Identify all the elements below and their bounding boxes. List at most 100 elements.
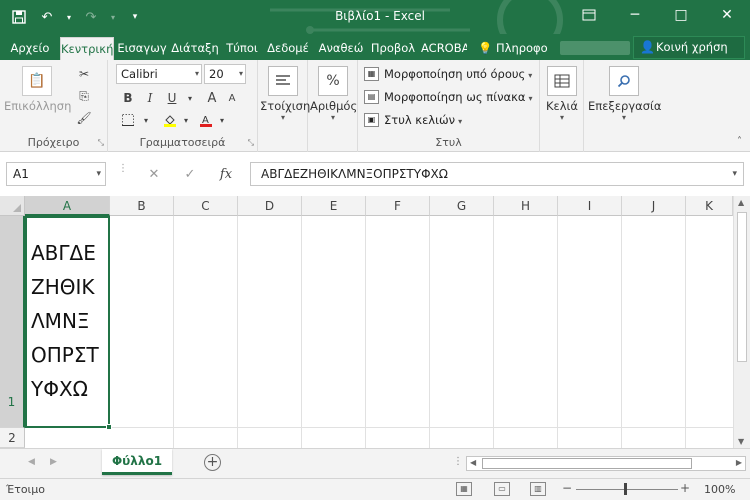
row-header-2[interactable]: 2 <box>0 428 25 448</box>
tab-insert[interactable]: Εισαγωγ <box>116 37 168 60</box>
share-button[interactable]: 👤 Κοινή χρήση <box>633 36 745 59</box>
formula-input[interactable]: ΑΒΓΔΕΖΗΘΙΚΛΜΝΞΟΠΡΣΤΥΦΧΩ ▾ <box>250 162 744 186</box>
zoom-level[interactable]: 100% <box>704 483 735 496</box>
collapse-ribbon-icon[interactable]: ˄ <box>737 136 742 147</box>
tell-me-box[interactable]: 💡 Πληροφο <box>478 37 548 59</box>
select-all-button[interactable] <box>0 196 25 216</box>
zoom-in-button[interactable]: + <box>680 481 690 495</box>
ribbon: 📋 Επικόλληση ✂ ⎘ 🖌 Πρόχειρο ⤡ Calibri ▾ … <box>0 60 750 152</box>
column-header-g[interactable]: G <box>430 196 494 216</box>
number-label: Αριθμός <box>310 99 358 113</box>
chevron-down-icon[interactable]: ▾ <box>212 110 232 130</box>
font-size-combo[interactable]: 20 ▾ <box>204 64 246 84</box>
vertical-scroll-thumb[interactable] <box>737 212 747 362</box>
tab-acrobat[interactable]: ACROBA <box>421 37 467 60</box>
column-header-c[interactable]: C <box>174 196 238 216</box>
alignment-button[interactable]: Στοίχιση ▾ <box>260 66 310 122</box>
tab-view[interactable]: Προβολ <box>367 37 419 60</box>
tab-file[interactable]: Αρχείο <box>4 37 56 60</box>
restore-button[interactable]: □ <box>658 0 704 30</box>
fill-handle[interactable] <box>106 424 112 430</box>
save-icon[interactable] <box>8 6 30 28</box>
column-header-h[interactable]: H <box>494 196 558 216</box>
dialog-launcher-icon[interactable]: ⤡ <box>98 138 104 148</box>
chevron-down-icon[interactable]: ▾ <box>108 6 118 28</box>
shrink-font-button[interactable]: A <box>222 88 242 108</box>
column-header-i[interactable]: I <box>558 196 622 216</box>
borders-icon[interactable] <box>118 110 138 130</box>
tab-splitter-icon[interactable]: ⋮ <box>453 456 463 467</box>
minimize-button[interactable]: ─ <box>612 0 658 30</box>
column-header-f[interactable]: F <box>366 196 430 216</box>
previous-sheet-icon[interactable]: ◀ <box>28 457 35 467</box>
tab-formulas[interactable]: Τύποι <box>221 37 263 60</box>
redo-icon[interactable]: ↷ <box>80 6 102 28</box>
cells-button[interactable]: Κελιά ▾ <box>542 66 582 122</box>
vertical-scrollbar[interactable]: ▲ ▼ <box>733 196 750 448</box>
sheet-tab-active[interactable]: Φύλλο1 <box>102 449 172 475</box>
chevron-down-icon[interactable]: ▾ <box>64 6 74 28</box>
tab-review[interactable]: Αναθεώ <box>315 37 367 60</box>
editing-button[interactable]: Επεξεργασία ▾ <box>588 66 661 122</box>
format-as-table-button[interactable]: ▤ Μορφοποίηση ως πίνακα ▾ <box>364 87 532 107</box>
column-header-e[interactable]: E <box>302 196 366 216</box>
tab-page-layout[interactable]: Διάταξη <box>169 37 221 60</box>
undo-icon[interactable]: ↶ <box>36 6 58 28</box>
column-header-k[interactable]: K <box>686 196 733 216</box>
gridline <box>173 216 174 448</box>
page-layout-view-icon[interactable]: ▭ <box>494 482 510 496</box>
column-header-j[interactable]: J <box>622 196 686 216</box>
row-header-1[interactable]: 1 <box>0 216 25 428</box>
close-button[interactable]: ✕ <box>704 0 750 30</box>
scroll-up-icon[interactable]: ▲ <box>738 198 744 207</box>
formula-bar-grip[interactable]: ⋮ <box>118 164 128 182</box>
insert-function-icon[interactable]: fx <box>208 167 244 182</box>
cell-a1-selected[interactable]: ΑΒΓΔΕ ΖΗΘΙΚ ΛΜΝΞ ΟΠΡΣΤ ΥΦΧΩ <box>25 216 112 430</box>
cell-styles-button[interactable]: ▣ Στυλ κελιών ▾ <box>364 110 462 130</box>
underline-button[interactable]: U <box>162 88 182 108</box>
scroll-down-icon[interactable]: ▼ <box>738 437 744 446</box>
grow-font-button[interactable]: A <box>202 88 222 108</box>
cut-icon[interactable]: ✂ <box>74 64 94 84</box>
tab-home[interactable]: Κεντρική <box>60 37 114 60</box>
copy-icon[interactable]: ⎘ <box>74 86 94 106</box>
scroll-left-icon[interactable]: ◀ <box>470 458 476 467</box>
name-box[interactable]: A1 ▾ <box>6 162 106 186</box>
chevron-down-icon: ▾ <box>621 113 626 122</box>
column-header-a[interactable]: A <box>25 196 110 216</box>
chevron-down-icon[interactable]: ▾ <box>136 110 156 130</box>
cancel-icon[interactable]: ✕ <box>136 167 172 182</box>
alignment-group: Στοίχιση ▾ <box>258 60 310 152</box>
next-sheet-icon[interactable]: ▶ <box>50 457 57 467</box>
zoom-out-button[interactable]: − <box>562 481 572 495</box>
ribbon-display-options-icon[interactable] <box>566 0 612 30</box>
horizontal-scroll-thumb[interactable] <box>482 458 692 469</box>
chevron-down-icon[interactable]: ▾ <box>180 88 200 108</box>
customize-toolbar-icon[interactable]: ▾ <box>124 6 146 28</box>
conditional-formatting-button[interactable]: ▦ Μορφοποίηση υπό όρους ▾ <box>364 64 532 84</box>
bold-button[interactable]: B <box>118 88 138 108</box>
zoom-slider-thumb[interactable] <box>624 483 627 495</box>
normal-view-icon[interactable]: ▦ <box>456 482 472 496</box>
enter-icon[interactable]: ✓ <box>172 167 208 182</box>
scroll-right-icon[interactable]: ▶ <box>736 458 742 467</box>
number-format-button[interactable]: % Αριθμός ▾ <box>310 66 358 122</box>
font-name-combo[interactable]: Calibri ▾ <box>116 64 202 84</box>
ribbon-tabs: Αρχείο Κεντρική Εισαγωγ Διάταξη Τύποι Δε… <box>0 34 750 60</box>
cells-group: Κελιά ▾ <box>540 60 584 152</box>
add-sheet-button[interactable]: + <box>204 454 221 471</box>
italic-button[interactable]: I <box>140 88 160 108</box>
chevron-down-icon: ▾ <box>238 69 243 78</box>
share-label: Κοινή χρήση <box>656 40 728 54</box>
format-painter-icon[interactable]: 🖌 <box>74 108 94 128</box>
dialog-launcher-icon[interactable]: ⤡ <box>248 138 254 148</box>
paste-button[interactable]: 📋 Επικόλληση <box>4 66 71 113</box>
alignment-label: Στοίχιση <box>260 99 311 113</box>
page-break-view-icon[interactable]: ▥ <box>530 482 546 496</box>
column-header-b[interactable]: B <box>110 196 174 216</box>
zoom-slider[interactable] <box>576 489 678 490</box>
column-header-d[interactable]: D <box>238 196 302 216</box>
horizontal-scrollbar[interactable]: ◀ ▶ <box>466 456 746 471</box>
tab-data[interactable]: Δεδομέ <box>263 37 313 60</box>
chevron-down-icon[interactable]: ▾ <box>176 110 196 130</box>
